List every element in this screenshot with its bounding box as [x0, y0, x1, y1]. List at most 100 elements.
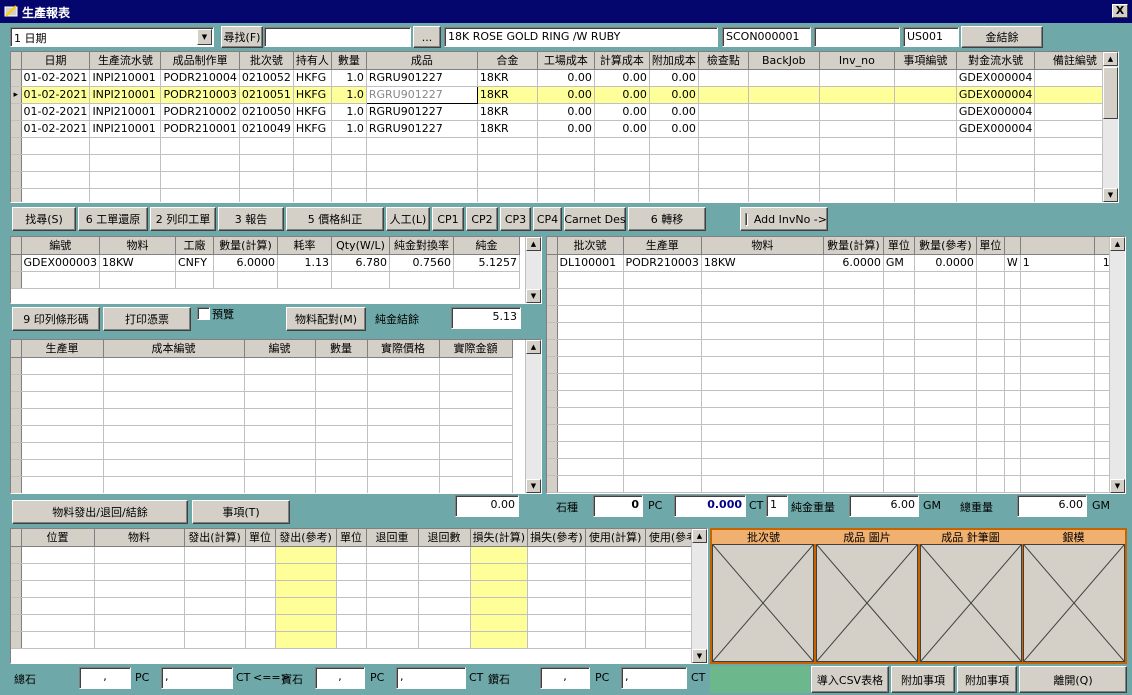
row-header[interactable]: [11, 597, 22, 615]
table-row[interactable]: [11, 476, 513, 493]
table-cell[interactable]: [883, 407, 915, 425]
table-cell[interactable]: [594, 154, 650, 172]
table-cell[interactable]: [557, 441, 624, 459]
table-cell[interactable]: [1020, 373, 1095, 391]
table-cell[interactable]: [336, 614, 367, 632]
table-cell[interactable]: [184, 546, 246, 564]
table-row[interactable]: [11, 580, 706, 598]
scroll-up-icon[interactable]: ▲: [1110, 237, 1125, 251]
table-cell[interactable]: [94, 563, 185, 581]
price-correction-button[interactable]: 5 價格糾正: [286, 207, 384, 231]
table-cell[interactable]: [244, 425, 316, 443]
table-row[interactable]: [11, 631, 706, 649]
table-row[interactable]: GDEX000003 18KW CNFY 6.0000 1.13 6.780 0.7560 5…: [11, 254, 520, 272]
table-cell[interactable]: [331, 271, 390, 289]
table-cell[interactable]: [1004, 458, 1021, 476]
cost-grid-header[interactable]: 數量: [315, 340, 368, 358]
table-cell[interactable]: [823, 475, 884, 493]
table-cell[interactable]: [557, 407, 624, 425]
row-header[interactable]: [547, 322, 558, 340]
table-cell[interactable]: [537, 171, 595, 189]
table-cell[interactable]: [1020, 407, 1095, 425]
table-cell[interactable]: [21, 171, 91, 189]
gold-balance-button[interactable]: 金結餘: [961, 26, 1043, 48]
table-cell[interactable]: [439, 374, 513, 392]
table-cell[interactable]: 0.00: [649, 103, 699, 121]
row-header[interactable]: [11, 563, 22, 581]
row-header[interactable]: [547, 356, 558, 374]
table-cell[interactable]: [883, 271, 915, 289]
table-cell[interactable]: [914, 288, 977, 306]
scroll-down-icon[interactable]: ▼: [1110, 479, 1125, 493]
table-cell[interactable]: 1.0: [331, 86, 367, 104]
material-match-button[interactable]: 物料配對(M): [286, 307, 366, 331]
table-cell[interactable]: [914, 441, 977, 459]
table-cell[interactable]: [21, 391, 104, 409]
table-row[interactable]: [547, 441, 1113, 459]
table-cell[interactable]: [213, 271, 278, 289]
material-issue-button[interactable]: 物料發出/退回/結餘: [12, 500, 188, 524]
table-row[interactable]: [547, 373, 1113, 391]
table-cell[interactable]: [623, 356, 702, 374]
table-cell[interactable]: [244, 357, 316, 375]
add-invno-toggle[interactable]: Add InvNo ->: [740, 207, 828, 231]
row-header[interactable]: [11, 459, 22, 477]
table-cell[interactable]: [557, 390, 624, 408]
table-cell[interactable]: [89, 171, 162, 189]
table-cell[interactable]: [21, 614, 95, 632]
table-cell[interactable]: [623, 271, 702, 289]
table-cell[interactable]: [244, 442, 316, 460]
table-cell[interactable]: [623, 441, 702, 459]
table-cell[interactable]: [245, 563, 276, 581]
table-cell[interactable]: [623, 475, 702, 493]
table-cell[interactable]: GDEX000004: [956, 86, 1036, 104]
table-row[interactable]: 01-02-2021 INPI210001 PODR210002 0210050 HKF…: [11, 103, 1116, 121]
table-cell[interactable]: [976, 322, 1005, 340]
table-cell[interactable]: [275, 597, 337, 615]
print-voucher-button[interactable]: 打印憑票: [103, 307, 191, 331]
table-cell[interactable]: [1004, 288, 1021, 306]
table-cell[interactable]: [160, 188, 240, 202]
row-header[interactable]: [11, 476, 22, 493]
table-cell[interactable]: [819, 103, 895, 121]
table-cell[interactable]: [623, 305, 702, 323]
table-cell[interactable]: [883, 475, 915, 493]
table-cell[interactable]: [976, 305, 1005, 323]
main-grid-header[interactable]: 持有人: [293, 52, 332, 70]
table-cell[interactable]: [315, 374, 368, 392]
table-cell[interactable]: [89, 188, 162, 202]
table-cell[interactable]: [175, 271, 214, 289]
search-button[interactable]: 尋找(F): [221, 26, 263, 48]
issue-grid-header[interactable]: 發出(參考): [275, 529, 337, 547]
issue-grid-scrollbar[interactable]: ▲ ▼: [691, 529, 707, 663]
table-cell[interactable]: 5.1257: [453, 254, 520, 272]
table-cell[interactable]: [1020, 458, 1095, 476]
row-header[interactable]: [11, 408, 22, 426]
report-button[interactable]: 3 報告: [218, 207, 284, 231]
scroll-down-icon[interactable]: ▼: [692, 649, 707, 663]
cp2-button[interactable]: CP2: [466, 207, 498, 231]
issue-grid-header[interactable]: 損失(計算): [470, 529, 529, 547]
table-cell[interactable]: [21, 580, 95, 598]
import-csv-button[interactable]: 導入CSV表格: [811, 666, 889, 693]
table-cell[interactable]: [883, 390, 915, 408]
row-header[interactable]: [11, 271, 22, 289]
table-cell[interactable]: 0210051: [239, 86, 294, 104]
table-cell[interactable]: 18KR: [477, 103, 538, 121]
table-cell[interactable]: [103, 408, 245, 426]
table-cell[interactable]: [21, 631, 95, 649]
table-cell[interactable]: [894, 69, 957, 87]
table-cell[interactable]: [367, 442, 440, 460]
table-cell[interactable]: [914, 424, 977, 442]
table-cell[interactable]: [244, 391, 316, 409]
table-cell[interactable]: [293, 171, 332, 189]
table-cell[interactable]: [439, 408, 513, 426]
table-cell[interactable]: [103, 459, 245, 477]
table-cell[interactable]: [701, 424, 824, 442]
table-row[interactable]: [11, 137, 1116, 155]
row-header[interactable]: [547, 441, 558, 459]
table-cell[interactable]: [418, 580, 471, 598]
table-row[interactable]: [547, 339, 1113, 357]
table-cell[interactable]: [894, 188, 957, 202]
issue-grid-header[interactable]: 退回重: [366, 529, 419, 547]
